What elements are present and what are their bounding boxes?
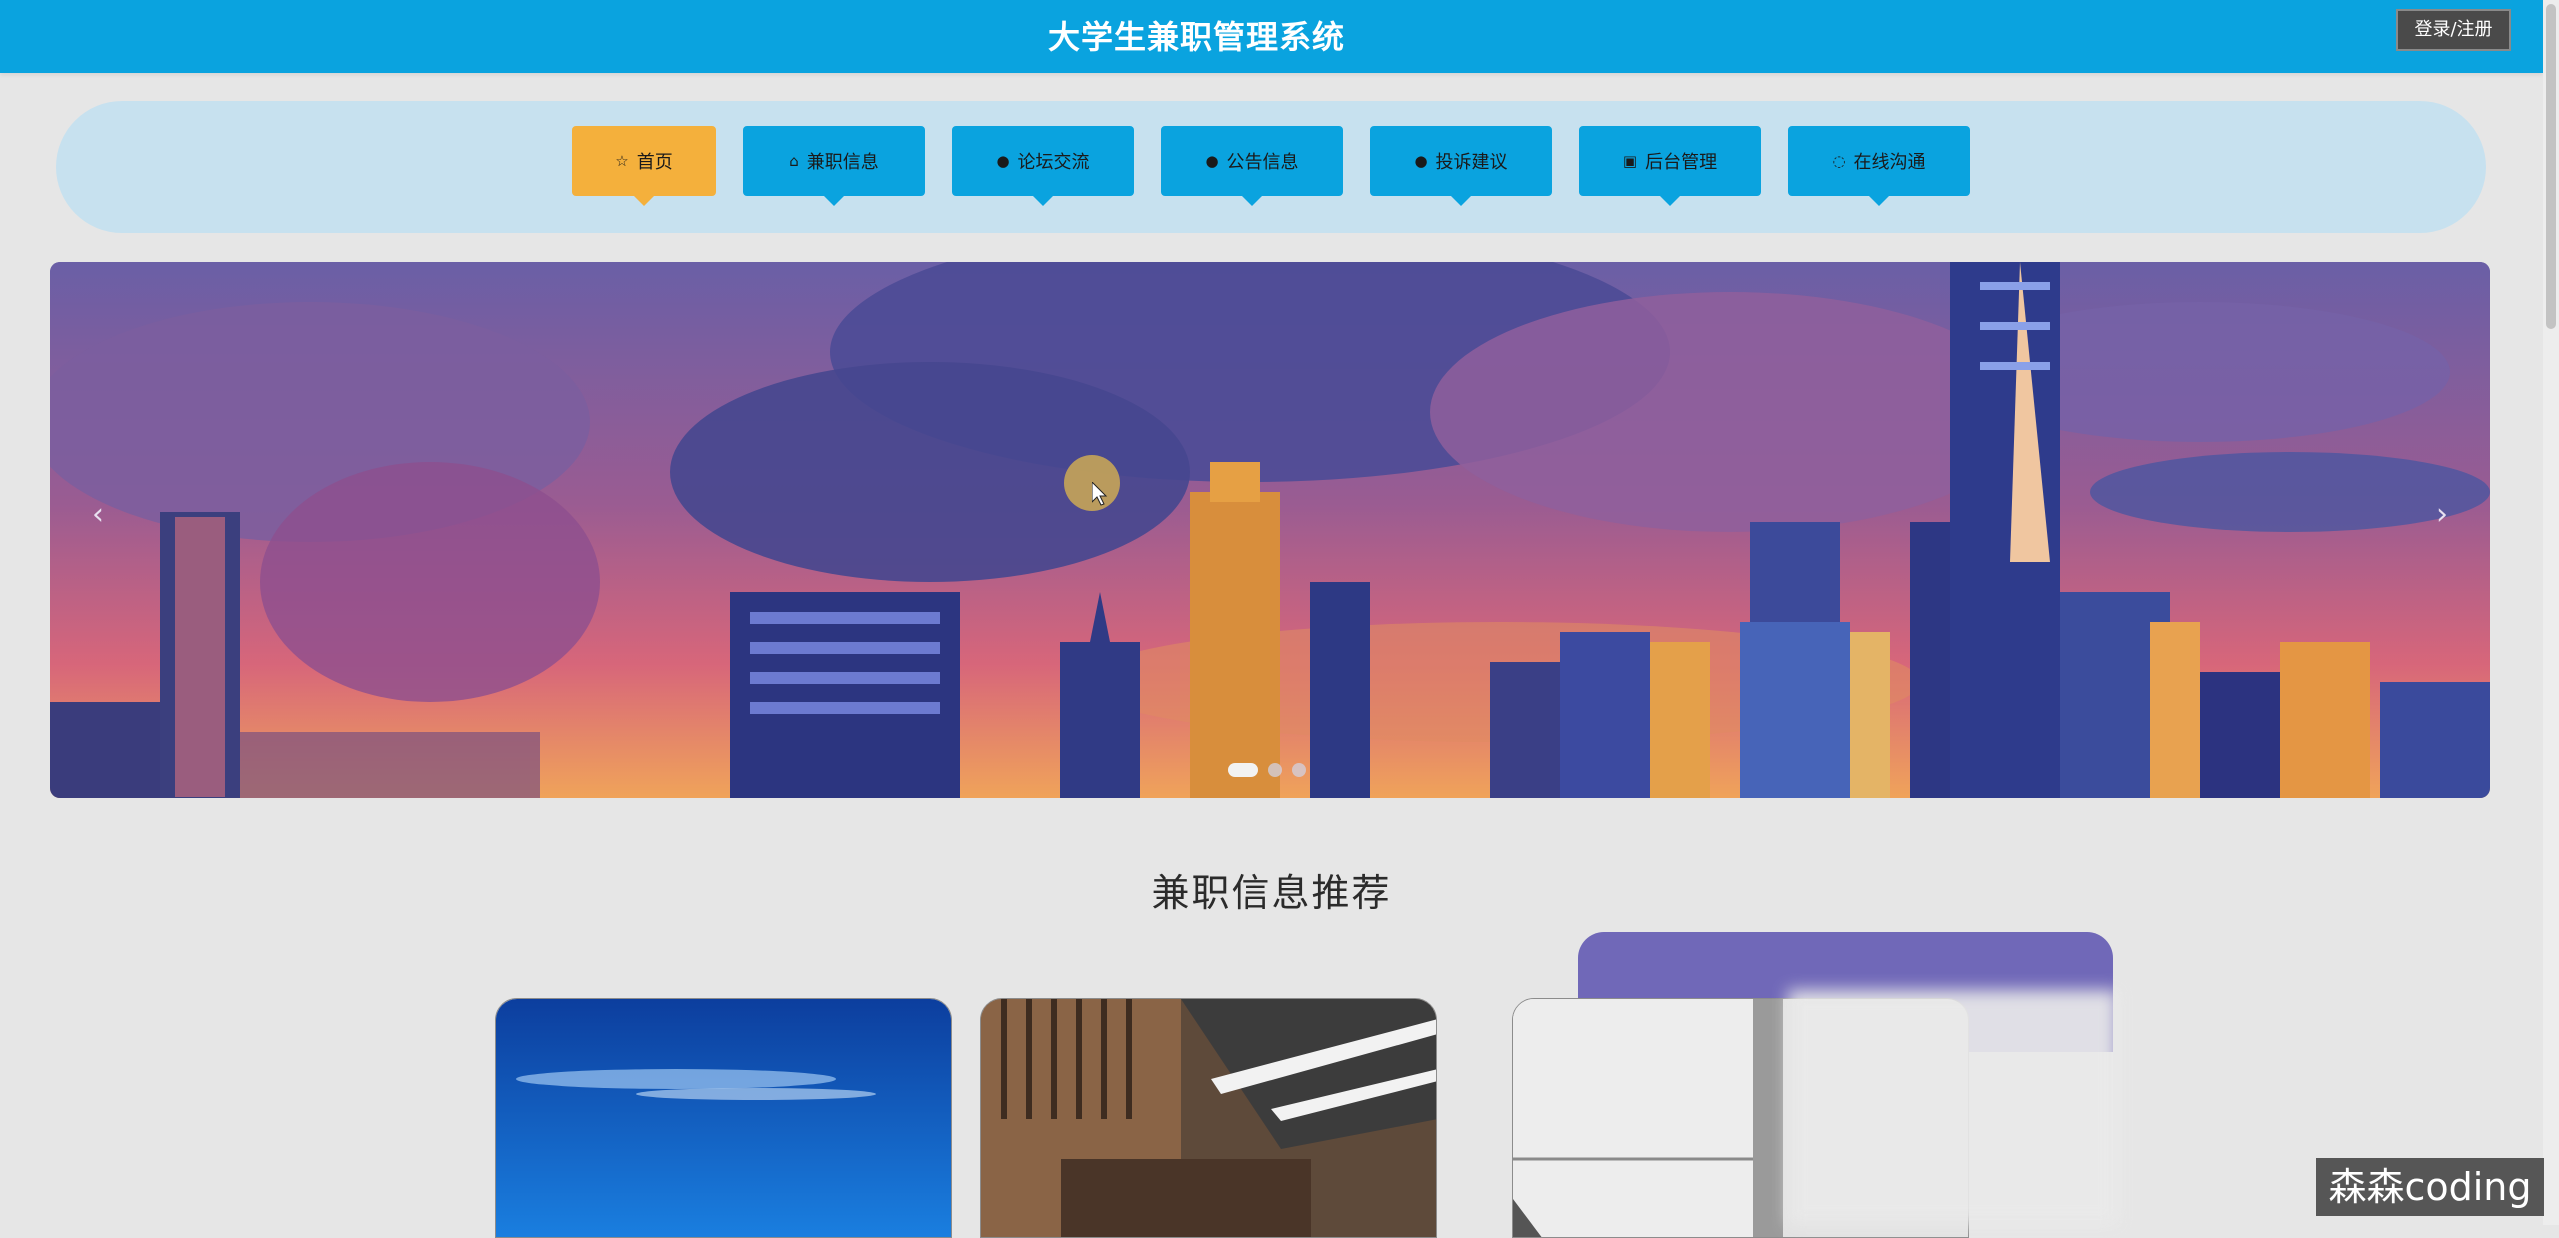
info-circle-icon: ● (1414, 152, 1428, 170)
nav-item-label: 投诉建议 (1435, 152, 1508, 173)
watermark-label: 森森coding (2316, 1158, 2544, 1216)
carousel-next-arrow[interactable]: › (2424, 498, 2460, 534)
chat-icon: ◌ (1832, 152, 1846, 170)
blur-overlay (1788, 990, 2118, 1225)
scrollbar-thumb[interactable] (2546, 4, 2556, 329)
nav-item-jobs[interactable]: ⌂ 兼职信息 (743, 126, 925, 206)
banner-image (50, 262, 2490, 798)
bag-icon: ⌂ (789, 152, 799, 170)
section-title: 兼职信息推荐 (1151, 871, 1392, 915)
nav-item-label: 在线沟通 (1853, 152, 1926, 173)
top-header: 大学生兼职管理系统 登录/注册 (0, 0, 2543, 73)
nav-item-label: 兼职信息 (806, 152, 879, 173)
banner-carousel[interactable]: ‹ › (50, 262, 2490, 798)
calendar-icon: ▣ (1622, 152, 1638, 170)
mouse-cursor-icon (1092, 482, 1108, 506)
nav-item-complaints[interactable]: ● 投诉建议 (1370, 126, 1552, 206)
nav-item-forum[interactable]: ● 论坛交流 (952, 126, 1134, 206)
carousel-dot-3[interactable] (1292, 763, 1306, 777)
nav-item-admin[interactable]: ▣ 后台管理 (1579, 126, 1761, 206)
carousel-indicators (1228, 763, 1306, 777)
nav-item-home[interactable]: ☆ 首页 (572, 126, 716, 206)
question-circle-icon: ● (1205, 152, 1219, 170)
page-scrollbar[interactable] (2543, 0, 2559, 1225)
nav-item-notices[interactable]: ● 公告信息 (1161, 126, 1343, 206)
nav-item-label: 论坛交流 (1017, 152, 1090, 173)
info-circle-icon: ● (996, 152, 1010, 170)
nav-item-label: 公告信息 (1226, 152, 1299, 173)
carousel-dot-2[interactable] (1268, 763, 1282, 777)
site-title: 大学生兼职管理系统 (1047, 18, 1345, 56)
nav-item-label: 首页 (636, 152, 673, 173)
job-card-image (981, 999, 1436, 1237)
job-card-1[interactable] (495, 998, 952, 1238)
star-icon: ☆ (615, 152, 629, 170)
carousel-prev-arrow[interactable]: ‹ (80, 498, 116, 534)
job-card-2[interactable] (980, 998, 1437, 1238)
main-nav: ☆ 首页 ⌂ 兼职信息 ● 论坛交流 ● 公告信息 ● 投诉建议 ▣ 后台管理 … (572, 126, 1970, 206)
nav-item-chat[interactable]: ◌ 在线沟通 (1788, 126, 1970, 206)
carousel-dot-1[interactable] (1228, 763, 1258, 777)
nav-item-label: 后台管理 (1645, 152, 1718, 173)
login-register-button[interactable]: 登录/注册 (2396, 9, 2511, 51)
job-card-image (496, 999, 951, 1237)
